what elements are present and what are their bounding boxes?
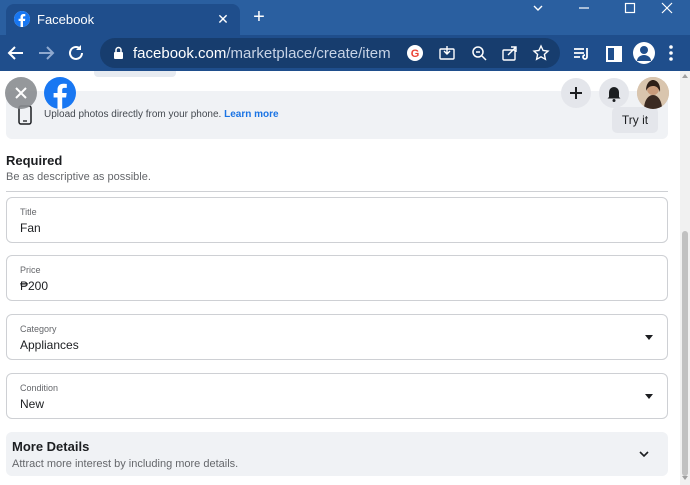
facebook-logo-icon[interactable] xyxy=(43,76,77,110)
learn-more-link[interactable]: Learn more xyxy=(224,109,278,120)
tab-close-icon[interactable]: ✕ xyxy=(214,10,232,28)
google-icon[interactable]: G xyxy=(406,44,424,62)
top-tab-stub xyxy=(94,71,176,77)
scroll-down-arrow-icon[interactable] xyxy=(682,476,688,480)
title-field-label: Title xyxy=(20,207,37,217)
browser-tab[interactable]: Facebook ✕ xyxy=(6,4,240,35)
condition-field-value: New xyxy=(20,397,45,411)
chevron-down-icon[interactable] xyxy=(638,447,650,465)
browser-titlebar: Facebook ✕ + xyxy=(0,0,690,35)
more-details-title: More Details xyxy=(12,439,90,454)
forward-arrow-icon[interactable] xyxy=(34,41,58,65)
plus-icon[interactable] xyxy=(561,78,591,108)
more-details-section[interactable]: More Details Attract more interest by in… xyxy=(6,432,668,476)
url-domain: facebook.com xyxy=(133,45,227,62)
title-field[interactable]: Title Fan xyxy=(6,197,668,243)
scroll-thumb[interactable] xyxy=(682,231,688,476)
install-app-icon[interactable] xyxy=(438,44,456,62)
window-close-button[interactable] xyxy=(644,0,690,30)
marketplace-create-page: Upload photos directly from your phone. … xyxy=(0,71,680,485)
tab-search-button[interactable] xyxy=(515,0,561,30)
scroll-up-arrow-icon[interactable] xyxy=(682,74,688,78)
address-bar[interactable]: facebook.com/marketplace/create/item G xyxy=(100,38,560,68)
lock-icon[interactable] xyxy=(113,46,124,65)
side-panel-icon[interactable] xyxy=(604,44,624,64)
required-section-subtitle: Be as descriptive as possible. xyxy=(6,171,151,183)
section-divider xyxy=(6,191,668,192)
condition-select[interactable]: Condition New xyxy=(6,373,668,419)
price-field[interactable]: Price ₱200 xyxy=(6,255,668,301)
condition-field-label: Condition xyxy=(20,383,59,393)
minimize-button[interactable] xyxy=(561,0,607,30)
bookmark-star-icon[interactable] xyxy=(532,44,550,62)
browser-menu-icon[interactable] xyxy=(666,43,676,63)
price-field-label: Price xyxy=(20,265,41,275)
try-it-button[interactable]: Try it xyxy=(612,107,658,133)
dropdown-caret-icon[interactable] xyxy=(645,394,653,399)
reload-icon[interactable] xyxy=(64,41,88,65)
reading-list-icon[interactable] xyxy=(572,44,592,64)
url-text[interactable]: facebook.com/marketplace/create/item xyxy=(133,45,391,62)
category-field-value: Appliances xyxy=(20,338,79,352)
url-path: /marketplace/create/item xyxy=(226,45,391,62)
close-icon[interactable] xyxy=(5,77,37,109)
browser-toolbar: facebook.com/marketplace/create/item G xyxy=(0,35,690,71)
facebook-favicon-icon xyxy=(14,11,30,27)
bell-icon[interactable] xyxy=(599,78,629,108)
price-field-value[interactable]: ₱200 xyxy=(20,279,48,293)
category-select[interactable]: Category Appliances xyxy=(6,314,668,360)
profile-avatar[interactable] xyxy=(637,77,669,109)
required-section-title: Required xyxy=(6,153,63,168)
banner-text: Upload photos directly from your phone. … xyxy=(44,109,279,120)
back-arrow-icon[interactable] xyxy=(4,41,28,65)
new-tab-button[interactable]: + xyxy=(248,7,270,29)
browser-profile-icon[interactable] xyxy=(633,42,655,64)
banner-message: Upload photos directly from your phone. xyxy=(44,109,222,120)
category-field-label: Category xyxy=(20,324,57,334)
more-details-subtitle: Attract more interest by including more … xyxy=(12,458,239,470)
svg-text:G: G xyxy=(411,48,420,60)
dropdown-caret-icon[interactable] xyxy=(645,335,653,340)
page-scrollbar[interactable] xyxy=(680,71,690,485)
tab-title: Facebook xyxy=(37,12,95,27)
title-field-value[interactable]: Fan xyxy=(20,221,41,235)
share-icon[interactable] xyxy=(501,44,519,62)
zoom-icon[interactable] xyxy=(470,44,488,62)
